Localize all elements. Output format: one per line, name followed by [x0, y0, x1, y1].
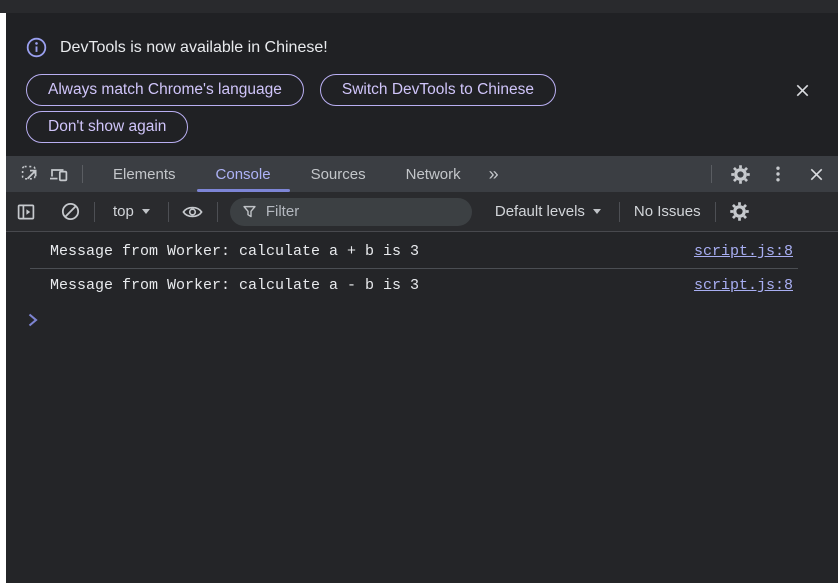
language-banner: DevTools is now available in Chinese! Al…: [6, 13, 838, 156]
devtools-panel: DevTools is now available in Chinese! Al…: [6, 13, 838, 583]
settings-button[interactable]: [726, 160, 754, 188]
clear-console-button[interactable]: [56, 198, 84, 226]
window-top-strip: [0, 0, 838, 13]
console-settings-button[interactable]: [726, 198, 754, 226]
console-toolbar: top Default levels No Issues: [6, 192, 838, 232]
log-levels-selector[interactable]: Default levels: [487, 203, 609, 220]
more-tabs-button[interactable]: »: [481, 156, 507, 192]
separator: [217, 202, 218, 222]
console-prompt-chevron-icon: [27, 312, 39, 328]
customize-devtools-button[interactable]: [764, 160, 792, 188]
separator: [711, 165, 712, 183]
gear-icon: [730, 164, 751, 185]
tab-console[interactable]: Console: [196, 156, 291, 192]
console-filter: [230, 198, 472, 226]
separator: [82, 165, 83, 183]
separator: [168, 202, 169, 222]
source-location-link[interactable]: script.js:8: [694, 277, 793, 294]
create-live-expression-button[interactable]: [179, 198, 207, 226]
console-prompt[interactable]: [6, 302, 838, 328]
banner-close-button[interactable]: [788, 76, 816, 104]
tab-sources[interactable]: Sources: [291, 156, 386, 192]
info-icon: [26, 37, 47, 58]
message-text: Message from Worker: calculate a + b is …: [50, 243, 694, 260]
inspect-element-button[interactable]: [16, 160, 44, 188]
toggle-device-toolbar-button[interactable]: [44, 160, 72, 188]
source-location-link[interactable]: script.js:8: [694, 243, 793, 260]
tab-network[interactable]: Network: [386, 156, 481, 192]
banner-title: DevTools is now available in Chinese!: [60, 39, 328, 57]
tab-elements[interactable]: Elements: [93, 156, 196, 192]
match-chrome-language-button[interactable]: Always match Chrome's language: [26, 74, 304, 106]
separator: [715, 202, 716, 222]
console-sidebar-icon: [16, 202, 36, 222]
console-message: Message from Worker: calculate a + b is …: [6, 235, 838, 268]
inspect-icon: [20, 164, 40, 184]
eye-icon: [181, 202, 204, 222]
separator: [619, 202, 620, 222]
filter-funnel-icon: [242, 204, 257, 219]
device-toolbar-icon: [48, 164, 69, 184]
chevron-down-icon: [142, 209, 150, 214]
close-devtools-button[interactable]: [802, 160, 830, 188]
console-messages-area[interactable]: Message from Worker: calculate a + b is …: [6, 232, 838, 583]
close-icon: [807, 165, 826, 184]
issues-counter[interactable]: No Issues: [630, 203, 705, 220]
console-message: Message from Worker: calculate a - b is …: [6, 269, 838, 302]
filter-input[interactable]: [266, 203, 460, 220]
clear-console-icon: [60, 201, 81, 222]
message-text: Message from Worker: calculate a - b is …: [50, 277, 694, 294]
show-console-sidebar-button[interactable]: [12, 198, 40, 226]
switch-devtools-chinese-button[interactable]: Switch DevTools to Chinese: [320, 74, 556, 106]
gear-icon: [729, 201, 750, 222]
dont-show-again-button[interactable]: Don't show again: [26, 111, 188, 143]
close-icon: [793, 81, 812, 100]
devtools-tabbar: Elements Console Sources Network »: [6, 156, 838, 192]
kebab-menu-icon: [768, 164, 788, 184]
javascript-context-selector[interactable]: top: [105, 203, 158, 220]
chevron-down-icon: [593, 209, 601, 214]
separator: [94, 202, 95, 222]
